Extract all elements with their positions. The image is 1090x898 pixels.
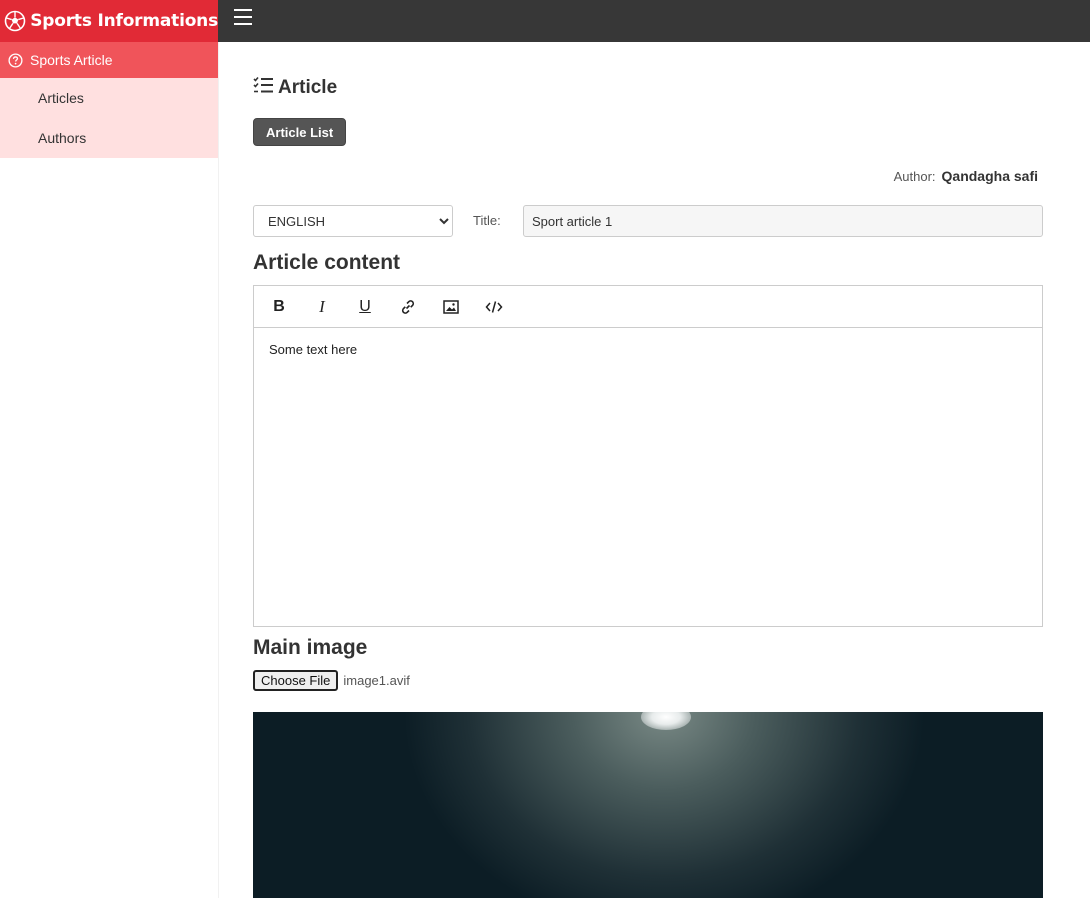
italic-icon[interactable]: I [307,294,337,320]
main-image-preview [253,712,1043,898]
sidebar: Sports Informations Sports Article Artic… [0,0,219,898]
editor-toolbar: B I U [254,286,1042,328]
link-icon[interactable] [393,294,423,320]
file-upload: Choose File image1.avif [253,670,410,691]
sidebar-section-label: Sports Article [30,52,113,68]
brand-title: Sports Informations [30,11,218,31]
sidebar-submenu: Articles Authors [0,78,218,158]
hamburger-menu-icon[interactable] [234,8,252,32]
author-name: Qandagha safi [941,168,1038,184]
image-icon[interactable] [436,294,466,320]
title-label: Title: [473,213,501,228]
editor-text: Some text here [269,342,358,357]
language-select[interactable]: ENGLISH [253,205,453,237]
bold-icon[interactable]: B [264,294,294,320]
code-icon[interactable] [479,294,509,320]
sidebar-item-articles[interactable]: Articles [0,78,218,118]
page-title-text: Article [278,77,338,98]
article-list-button[interactable]: Article List [253,118,347,146]
rich-text-editor: B I U Some text here [253,285,1043,627]
editor-content-area[interactable]: Some text here [254,328,1042,371]
choose-file-button[interactable]: Choose File [253,670,339,691]
author-label: Author: [893,168,936,184]
underline-icon[interactable]: U [350,294,380,320]
brand-header[interactable]: Sports Informations [0,0,218,42]
page-title: Article [253,76,337,100]
soccer-ball-icon [0,10,30,32]
question-circle-icon [0,52,30,68]
sidebar-item-authors[interactable]: Authors [0,118,218,158]
title-input[interactable] [523,205,1043,237]
sidebar-section-sports-article[interactable]: Sports Article [0,42,218,78]
top-navbar [218,0,1090,42]
stadium-light [641,712,691,730]
list-check-icon [253,76,278,100]
article-content-heading: Article content [253,251,401,274]
file-name: image1.avif [343,673,410,688]
main-image-heading: Main image [253,636,368,659]
author-info: Author: Qandagha safi [894,168,1038,184]
